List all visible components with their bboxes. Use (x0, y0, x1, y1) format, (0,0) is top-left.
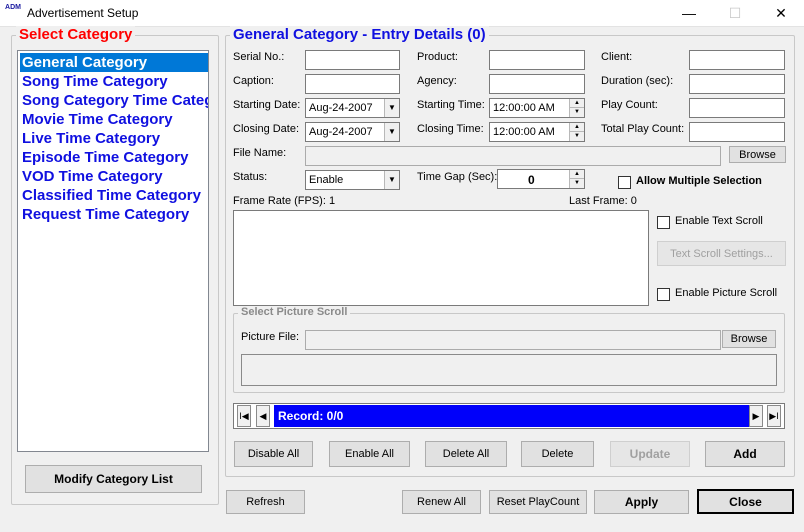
closing-time-label: Closing Time: (417, 123, 484, 135)
starting-date-value: Aug-24-2007 (309, 102, 373, 114)
picture-file-input[interactable] (305, 330, 721, 350)
close-window-icon[interactable]: ✕ (758, 0, 804, 27)
frame-rate-label: Frame Rate (FPS): 1 (233, 195, 336, 207)
refresh-button[interactable]: Refresh (226, 490, 305, 514)
text-scroll-settings-button[interactable]: Text Scroll Settings... (657, 241, 786, 266)
last-record-icon[interactable]: ▶I (767, 405, 781, 427)
closing-date-value: Aug-24-2007 (309, 126, 373, 138)
serial-label: Serial No.: (233, 51, 285, 63)
close-button[interactable]: Close (697, 489, 794, 514)
entry-details-title: General Category - Entry Details (0) (230, 26, 489, 43)
total-play-count-label: Total Play Count: (601, 123, 685, 135)
text-scroll-textarea[interactable] (233, 210, 649, 306)
category-item-request-time[interactable]: Request Time Category (20, 205, 208, 224)
title-bar: ADM Advertisement Setup — ☐ ✕ (0, 0, 804, 27)
category-group-title: Select Category (16, 26, 136, 43)
picture-file-label: Picture File: (241, 331, 300, 343)
last-frame-label: Last Frame: 0 (569, 195, 637, 207)
picture-browse-button[interactable]: Browse (722, 330, 776, 348)
file-name-label: File Name: (233, 147, 287, 159)
chevron-down-icon[interactable]: ▼ (384, 99, 399, 117)
window-title: Advertisement Setup (27, 6, 139, 20)
add-button[interactable]: Add (705, 441, 785, 467)
duration-label: Duration (sec): (601, 75, 674, 87)
enable-picture-scroll-label: Enable Picture Scroll (675, 287, 778, 299)
picture-preview-box (241, 354, 777, 386)
caption-label: Caption: (233, 75, 274, 87)
starting-time-label: Starting Time: (417, 99, 485, 111)
caption-input[interactable] (305, 74, 400, 94)
first-record-icon[interactable]: I◀ (237, 405, 251, 427)
client-label: Client: (601, 51, 633, 63)
modify-category-list-button[interactable]: Modify Category List (25, 465, 202, 493)
closing-time-value: 12:00:00 AM (493, 126, 555, 138)
category-item-general[interactable]: General Category (20, 53, 208, 72)
duration-input[interactable] (689, 74, 785, 94)
file-name-input[interactable] (305, 146, 721, 166)
chevron-down-icon[interactable]: ▼ (384, 123, 399, 141)
delete-button[interactable]: Delete (521, 441, 594, 467)
play-count-input[interactable] (689, 98, 785, 118)
previous-record-icon[interactable]: ◀ (256, 405, 270, 427)
client-input[interactable] (689, 50, 785, 70)
serial-input[interactable] (305, 50, 400, 70)
agency-label: Agency: (417, 75, 457, 87)
category-item-episode-time[interactable]: Episode Time Category (20, 148, 208, 167)
spin-down-icon[interactable]: ▼ (569, 132, 584, 141)
time-gap-spinner[interactable]: 0 ▲ ▼ (497, 169, 585, 189)
spin-up-icon[interactable]: ▲ (569, 123, 584, 132)
delete-all-button[interactable]: Delete All (425, 441, 507, 467)
time-gap-value: 0 (528, 173, 535, 187)
enable-text-scroll-label: Enable Text Scroll (675, 215, 763, 227)
reset-playcount-button[interactable]: Reset PlayCount (489, 490, 587, 514)
enable-text-scroll-checkbox[interactable] (657, 216, 670, 229)
category-item-live-time[interactable]: Live Time Category (20, 129, 208, 148)
agency-input[interactable] (489, 74, 585, 94)
status-value: Enable (309, 174, 344, 186)
minimize-icon[interactable]: — (666, 0, 712, 27)
time-gap-label: Time Gap (Sec): (417, 171, 498, 183)
starting-date-picker[interactable]: Aug-24-2007 ▼ (305, 98, 400, 118)
enable-all-button[interactable]: Enable All (329, 441, 410, 467)
enable-picture-scroll-checkbox[interactable] (657, 288, 670, 301)
app-logo-icon: ADM (5, 4, 21, 11)
picture-scroll-title: Select Picture Scroll (238, 306, 351, 318)
category-item-vod-time[interactable]: VOD Time Category (20, 167, 208, 186)
allow-multiple-label: Allow Multiple Selection (636, 175, 762, 187)
category-item-song-time[interactable]: Song Time Category (20, 72, 208, 91)
spin-up-icon[interactable]: ▲ (569, 170, 584, 179)
closing-time-spinner[interactable]: 12:00:00 AM ▲ ▼ (489, 122, 585, 142)
closing-date-label: Closing Date: (233, 123, 300, 135)
record-indicator: Record: 0/0 (274, 405, 749, 427)
apply-button[interactable]: Apply (594, 490, 689, 514)
disable-all-button[interactable]: Disable All (234, 441, 313, 467)
file-browse-button[interactable]: Browse (729, 146, 786, 163)
starting-time-value: 12:00:00 AM (493, 102, 555, 114)
maximize-icon: ☐ (728, 5, 742, 21)
starting-time-spinner[interactable]: 12:00:00 AM ▲ ▼ (489, 98, 585, 118)
category-item-classified-time[interactable]: Classified Time Category (20, 186, 208, 205)
total-play-count-input[interactable] (689, 122, 785, 142)
category-item-movie-time[interactable]: Movie Time Category (20, 110, 208, 129)
status-select[interactable]: Enable ▼ (305, 170, 400, 190)
product-input[interactable] (489, 50, 585, 70)
allow-multiple-checkbox[interactable] (618, 176, 631, 189)
starting-date-label: Starting Date: (233, 99, 301, 111)
renew-all-button[interactable]: Renew All (402, 490, 481, 514)
closing-date-picker[interactable]: Aug-24-2007 ▼ (305, 122, 400, 142)
status-label: Status: (233, 171, 268, 183)
spin-down-icon[interactable]: ▼ (569, 179, 584, 188)
update-button[interactable]: Update (610, 441, 690, 467)
chevron-down-icon[interactable]: ▼ (384, 171, 399, 189)
next-record-icon[interactable]: ▶ (749, 405, 763, 427)
record-navigator: I◀ ◀ Record: 0/0 ▶ ▶I (233, 403, 785, 429)
product-label: Product: (417, 51, 458, 63)
category-item-song-category-time[interactable]: Song Category Time Category (20, 91, 208, 110)
play-count-label: Play Count: (601, 99, 658, 111)
spin-up-icon[interactable]: ▲ (569, 99, 584, 108)
category-listbox[interactable]: General Category Song Time Category Song… (17, 50, 209, 452)
spin-down-icon[interactable]: ▼ (569, 108, 584, 117)
